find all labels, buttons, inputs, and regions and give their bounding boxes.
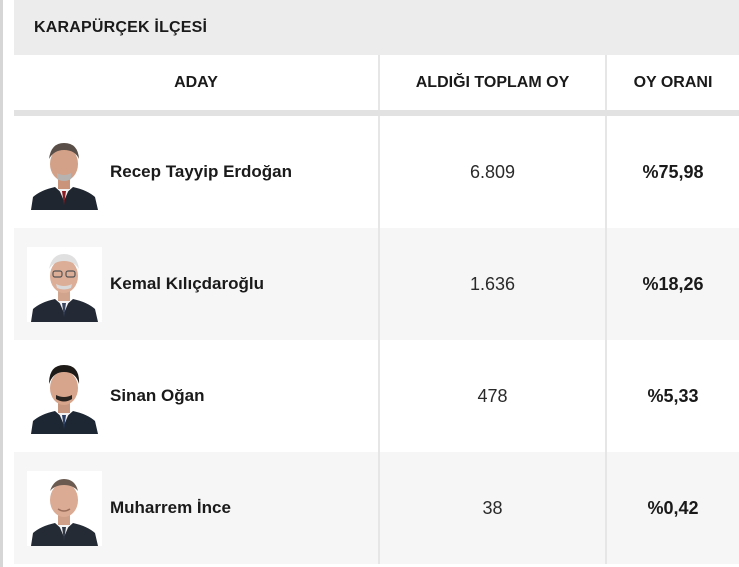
left-divider <box>0 0 3 567</box>
election-results-widget: KARAPÜRÇEK İLÇESİ ADAY ALDIĞI TOPLAM OY … <box>0 0 739 567</box>
column-header-total-votes: ALDIĞI TOPLAM OY <box>380 55 607 110</box>
vote-share-value: %5,33 <box>647 385 699 406</box>
candidate-cell: Muharrem İnce <box>14 452 380 564</box>
table-row: Sinan Oğan 478 %5,33 <box>14 340 739 452</box>
candidate-name: Recep Tayyip Erdoğan <box>110 162 293 181</box>
vote-share-value: %18,26 <box>642 273 704 294</box>
candidate-cell: Recep Tayyip Erdoğan <box>14 116 380 228</box>
table-header: ADAY ALDIĞI TOPLAM OY OY ORANI <box>14 55 739 116</box>
candidate-portrait-4 <box>27 470 102 546</box>
candidate-portrait-2 <box>27 246 102 322</box>
total-votes-cell: 478 <box>380 340 607 452</box>
vote-share-value: %0,42 <box>647 497 699 518</box>
vote-share-value: %75,98 <box>642 161 704 182</box>
candidate-portrait-1 <box>27 134 102 210</box>
candidate-portrait-3 <box>27 358 102 434</box>
column-header-vote-share: OY ORANI <box>633 73 713 91</box>
district-title: KARAPÜRÇEK İLÇESİ <box>34 18 208 36</box>
total-votes-value: 478 <box>477 385 508 406</box>
table-row: Kemal Kılıçdaroğlu 1.636 %18,26 <box>14 228 739 340</box>
total-votes-cell: 38 <box>380 452 607 564</box>
candidate-name: Sinan Oğan <box>110 386 205 405</box>
vote-share-cell: %75,98 <box>607 116 739 228</box>
table-row: Muharrem İnce 38 %0,42 <box>14 452 739 564</box>
vote-share-cell: %18,26 <box>607 228 739 340</box>
column-header-candidate: ADAY <box>14 55 380 110</box>
total-votes-cell: 6.809 <box>380 116 607 228</box>
total-votes-value: 38 <box>482 497 503 518</box>
total-votes-value: 1.636 <box>469 273 516 294</box>
candidate-cell: Kemal Kılıçdaroğlu <box>14 228 380 340</box>
results-table: ADAY ALDIĞI TOPLAM OY OY ORANI Recep Tay… <box>14 55 739 564</box>
candidate-cell: Sinan Oğan <box>14 340 380 452</box>
district-title-bar: KARAPÜRÇEK İLÇESİ <box>14 0 739 55</box>
vote-share-cell: %0,42 <box>607 452 739 564</box>
vote-share-cell: %5,33 <box>607 340 739 452</box>
total-votes-cell: 1.636 <box>380 228 607 340</box>
table-row: Recep Tayyip Erdoğan 6.809 %75,98 <box>14 116 739 228</box>
candidate-name: Kemal Kılıçdaroğlu <box>110 274 264 293</box>
candidate-name: Muharrem İnce <box>110 498 231 517</box>
total-votes-value: 6.809 <box>469 161 516 182</box>
